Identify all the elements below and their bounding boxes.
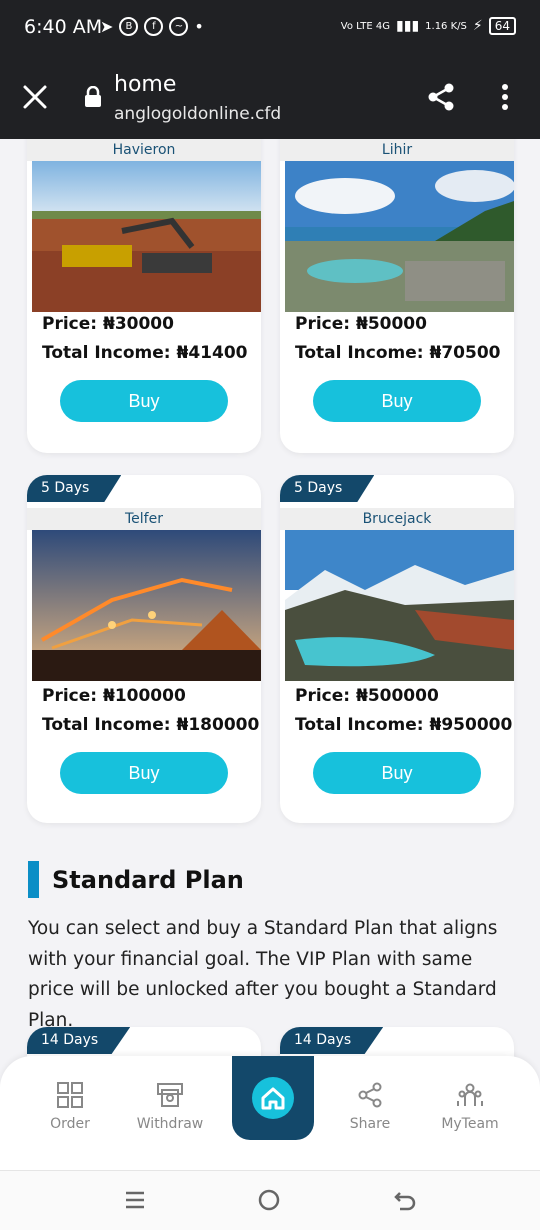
- status-bar: 6:40 AM ➤ B f ~ • Vo LTE 4G ▮▮▮ 1.16 K/S…: [0, 0, 540, 55]
- bottom-navigation: Order Withdraw Share MyTeam: [0, 1056, 540, 1170]
- product-image-havieron: [32, 161, 261, 312]
- product-price: Price: ₦30000: [42, 314, 174, 334]
- page-title: home: [114, 72, 177, 97]
- nav-myteam[interactable]: MyTeam: [420, 1082, 520, 1132]
- nav-withdraw-label: Withdraw: [136, 1116, 204, 1132]
- product-card-telfer: Telfer 5 Days Price: ₦100000 Total Incom…: [27, 475, 261, 823]
- duration-badge: 5 Days: [280, 475, 375, 502]
- url-bar: home anglogoldonline.cfd: [0, 64, 540, 128]
- nav-myteam-label: MyTeam: [441, 1116, 499, 1132]
- nav-order[interactable]: Order: [20, 1082, 120, 1132]
- buy-button[interactable]: Buy: [313, 752, 481, 794]
- signal-icon: ▮▮▮: [396, 18, 420, 34]
- b-app-icon: B: [119, 17, 139, 36]
- atm-icon: [157, 1083, 183, 1107]
- speed-label: 1.16 K/S: [425, 20, 467, 32]
- notification-icons: ➤ B f ~ •: [100, 17, 204, 36]
- product-total-income: Total Income: ₦180000: [42, 715, 260, 735]
- more-menu-icon[interactable]: [496, 82, 514, 112]
- system-navigation-bar: [0, 1170, 540, 1230]
- product-card-lihir: Lihir Price: ₦50000 Total Income: ₦70500…: [280, 139, 514, 453]
- section-description: You can select and buy a Standard Plan t…: [28, 918, 498, 1031]
- status-right: Vo LTE 4G ▮▮▮ 1.16 K/S ⚡ 64: [341, 17, 516, 35]
- product-name: Havieron: [27, 139, 261, 161]
- duration-badge: 5 Days: [27, 475, 122, 502]
- nav-order-label: Order: [50, 1116, 90, 1132]
- product-image-lihir: [285, 161, 514, 312]
- facebook-icon: f: [144, 17, 164, 36]
- buy-button[interactable]: Buy: [313, 380, 481, 422]
- duration-badge: 14 Days: [280, 1027, 384, 1054]
- nav-share[interactable]: Share: [320, 1082, 420, 1132]
- section-heading: Standard Plan: [28, 861, 244, 898]
- product-name: Brucejack: [280, 508, 514, 530]
- nav-home-button[interactable]: [232, 1056, 314, 1140]
- team-icon: [457, 1083, 483, 1106]
- home-circle-icon[interactable]: [258, 1189, 280, 1211]
- product-price: Price: ₦50000: [295, 314, 427, 334]
- telegram-icon: ➤: [100, 17, 114, 36]
- product-card-brucejack: Brucejack 5 Days Price: ₦500000 Total In…: [280, 475, 514, 823]
- browser-top-bar: 6:40 AM ➤ B f ~ • Vo LTE 4G ▮▮▮ 1.16 K/S…: [0, 0, 540, 139]
- home-icon-circle: [252, 1077, 294, 1119]
- page-content: Havieron Price: ₦30000 Total Income: ₦41…: [0, 139, 540, 1170]
- home-icon: [261, 1087, 285, 1110]
- close-icon[interactable]: [22, 84, 48, 110]
- duration-badge: 14 Days: [27, 1027, 131, 1054]
- buy-button[interactable]: Buy: [60, 380, 228, 422]
- product-total-income: Total Income: ₦70500: [295, 343, 501, 363]
- share-icon: [358, 1082, 382, 1108]
- more-notifications-dot-icon: •: [194, 17, 204, 36]
- product-price: Price: ₦500000: [295, 686, 439, 706]
- page-domain[interactable]: anglogoldonline.cfd: [114, 104, 281, 124]
- grid-icon: [57, 1082, 83, 1108]
- product-price: Price: ₦100000: [42, 686, 186, 706]
- charging-icon: ⚡: [472, 18, 483, 34]
- buy-button[interactable]: Buy: [60, 752, 228, 794]
- status-time: 6:40 AM: [24, 16, 103, 38]
- messenger-icon: ~: [169, 17, 189, 36]
- nav-withdraw[interactable]: Withdraw: [120, 1082, 220, 1132]
- section-heading-text: Standard Plan: [52, 865, 244, 894]
- share-icon[interactable]: [426, 82, 456, 112]
- battery-icon: 64: [488, 17, 516, 35]
- product-name: Lihir: [280, 139, 514, 161]
- lock-icon: [85, 86, 101, 107]
- product-total-income: Total Income: ₦950000: [295, 715, 513, 735]
- section-heading-bar: [28, 861, 39, 898]
- recent-apps-icon[interactable]: [124, 1189, 146, 1211]
- product-name: Telfer: [27, 508, 261, 530]
- back-icon[interactable]: [394, 1189, 416, 1211]
- product-card-havieron: Havieron Price: ₦30000 Total Income: ₦41…: [27, 139, 261, 453]
- product-image-telfer: [32, 530, 261, 681]
- nav-share-label: Share: [349, 1116, 391, 1132]
- network-label: Vo LTE 4G: [340, 20, 391, 32]
- product-image-brucejack: [285, 530, 514, 681]
- product-total-income: Total Income: ₦41400: [42, 343, 248, 363]
